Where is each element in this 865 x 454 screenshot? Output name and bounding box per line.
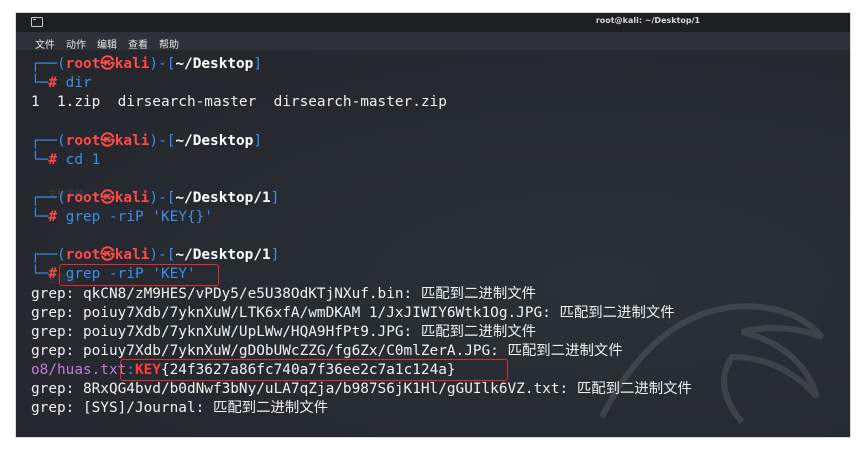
prompt-at: ㉿ <box>100 56 115 72</box>
menu-file[interactable]: 文件 <box>35 36 55 51</box>
grep-output-line: grep: poiuy7Xdb/7yknXuW/LTK6xfA/wmDKAM 1… <box>31 305 675 321</box>
prompt-line: ┌──(root㉿kali)-[~/Desktop/1] <box>31 247 280 263</box>
prompt-host: kali <box>114 190 150 206</box>
grep-output-line: grep: poiuy7Xdb/7yknXuW/UpLWw/HQA9HfPt9.… <box>31 324 537 340</box>
prompt-at: ㉿ <box>100 133 115 149</box>
command-highlight-box <box>59 264 219 286</box>
kali-dragon-watermark <box>599 303 825 424</box>
prompt-user: root <box>65 133 101 149</box>
menu-help[interactable]: 帮助 <box>159 36 179 51</box>
command-line: └─# cd 1 <box>31 152 101 168</box>
prompt-line: ┌──(root㉿kali)-[~/Desktop] <box>31 56 263 72</box>
prompt-path: ~/Desktop <box>175 56 254 72</box>
prompt-path: ~/Desktop/1 <box>175 190 271 206</box>
prompt-at: ㉿ <box>100 190 115 206</box>
menu-view[interactable]: 查看 <box>128 36 148 51</box>
prompt-line: ┌──(root㉿kali)-[~/Desktop] <box>31 133 263 149</box>
prompt-path: ~/Desktop/1 <box>175 247 271 263</box>
grep-output-line: grep: qkCN8/zM9HES/vPDy5/e5U38OdKTjNXuf.… <box>31 286 537 302</box>
grep-output-line: grep: 8RxQG4bvd/b0dNwf3bNy/uLA7qZja/b987… <box>31 381 692 397</box>
menu-actions[interactable]: 动作 <box>66 36 86 51</box>
prompt-line: ┌──(root㉿kali)-[~/Desktop/1] <box>31 190 280 206</box>
menu-bar: 文件 动作 编辑 查看 帮助 <box>16 32 850 51</box>
prompt-user: root <box>65 56 101 72</box>
prompt-host: kali <box>114 56 150 72</box>
prompt-host: kali <box>114 133 150 149</box>
terminal-output[interactable]: 文件系统 主目录 ┌──(root㉿kali)-[~/Desktop] └─# … <box>16 50 850 437</box>
dir-output: 1 1.zip dirsearch-master dirsearch-maste… <box>31 94 447 110</box>
command-text: cd 1 <box>65 152 101 168</box>
match-filename: o8/huas.txt <box>31 362 127 378</box>
command-line: └─# grep -riP 'KEY{}' <box>31 209 213 225</box>
command-text: grep -riP 'KEY{}' <box>65 209 213 225</box>
window-title: root@kali: ~/Desktop/1 <box>595 16 701 25</box>
prompt-host: kali <box>114 247 150 263</box>
prompt-at: ㉿ <box>100 247 115 263</box>
menu-edit[interactable]: 编辑 <box>97 36 117 51</box>
terminal-window: root@kali: ~/Desktop/1 文件 动作 编辑 查看 帮助 文件… <box>16 13 850 437</box>
grep-output-line: grep: [SYS]/Journal: 匹配到二进制文件 <box>31 400 329 416</box>
prompt-user: root <box>65 190 101 206</box>
key-highlight-box <box>120 359 508 381</box>
prompt-user: root <box>65 247 101 263</box>
command-line: └─# dir <box>31 75 92 91</box>
prompt-path: ~/Desktop <box>175 133 254 149</box>
title-bar: root@kali: ~/Desktop/1 <box>16 13 850 32</box>
command-text: dir <box>65 75 92 91</box>
